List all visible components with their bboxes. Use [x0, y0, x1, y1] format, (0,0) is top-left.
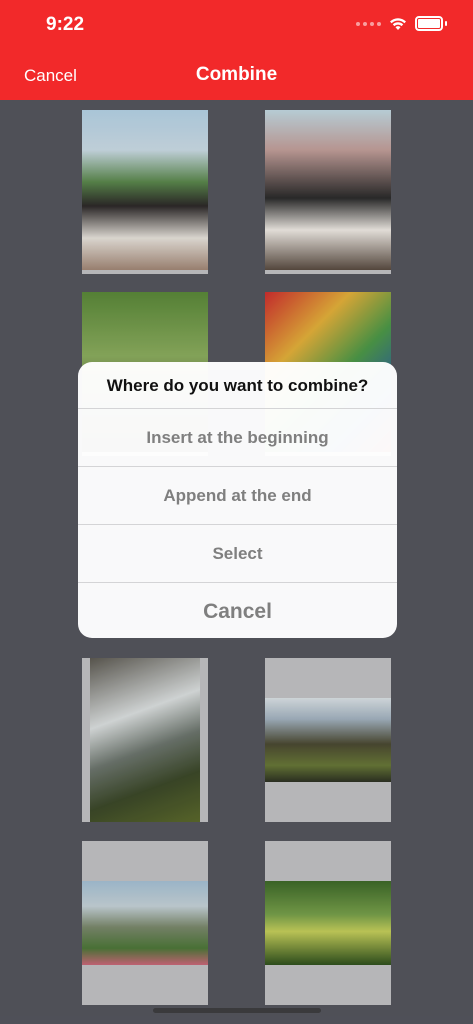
page-title: Combine	[195, 64, 278, 85]
status-time: 9:22	[46, 14, 85, 35]
cellular-signal-icon	[356, 21, 381, 26]
battery-tip	[445, 21, 447, 26]
select-button[interactable]: Select	[78, 525, 397, 583]
insert-at-beginning-button[interactable]: Insert at the beginning	[78, 409, 397, 467]
append-at-end-button[interactable]: Append at the end	[78, 467, 397, 525]
cancel-button[interactable]: Cancel	[78, 583, 397, 638]
wifi-icon	[390, 17, 406, 30]
combine-action-sheet: Where do you want to combine? Insert at …	[78, 362, 397, 638]
action-sheet-title: Where do you want to combine?	[78, 362, 397, 409]
battery-icon	[415, 16, 443, 31]
navigation-bar: 9:22 Cancel Combine	[0, 0, 473, 100]
home-indicator	[153, 1008, 321, 1013]
status-icons	[356, 16, 447, 31]
